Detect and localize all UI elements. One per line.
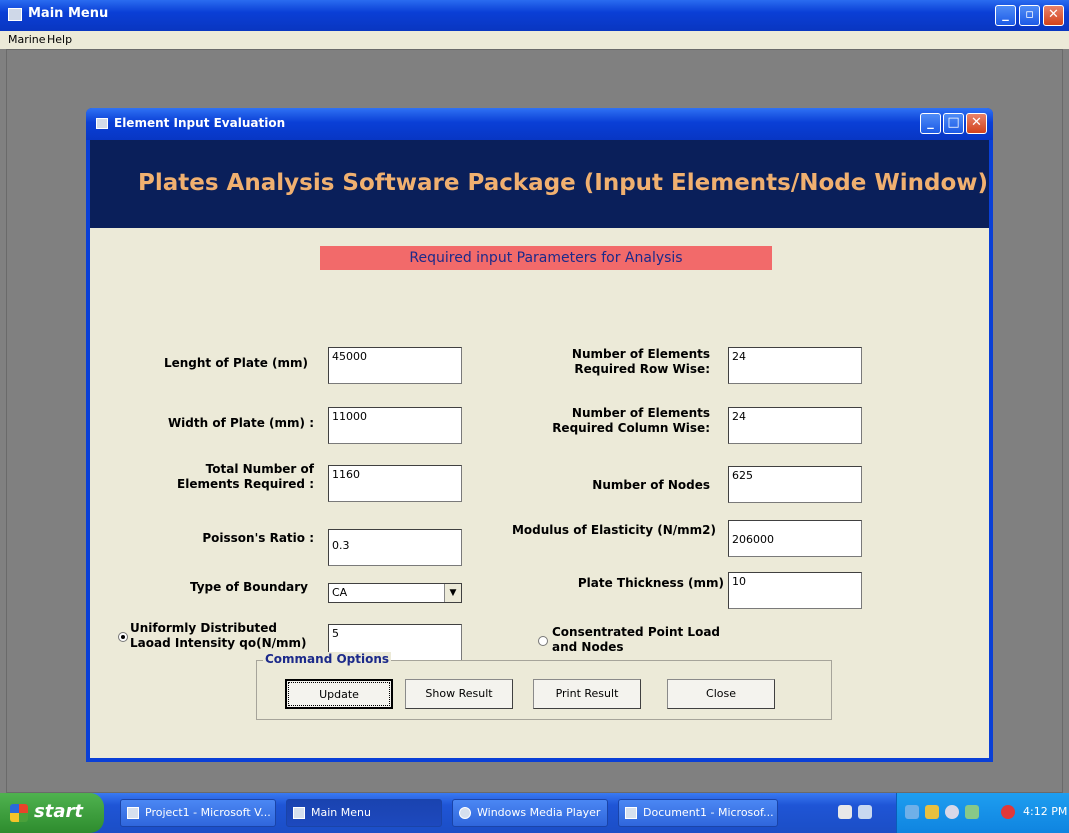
window-icon <box>96 118 108 129</box>
col-elements-label: Number of Elements Required Column Wise: <box>552 406 710 435</box>
dropdown-arrow-icon[interactable]: ▼ <box>444 584 461 602</box>
total-elements-label: Total Number of Elements Required : <box>177 462 314 491</box>
width-label: Width of Plate (mm) : <box>167 416 314 430</box>
required-params-header: Required input Parameters for Analysis <box>320 246 772 270</box>
task-main-menu[interactable]: Main Menu <box>286 799 442 827</box>
pen-icon[interactable] <box>838 805 852 819</box>
poisson-input[interactable]: 0.3 <box>328 529 462 566</box>
task-main-menu-label: Main Menu <box>311 806 371 819</box>
task-document1-label: Document1 - Microsof... <box>643 806 774 819</box>
menu-bar: Marine Help <box>0 31 1069 49</box>
banner-title: Plates Analysis Software Package (Input … <box>138 170 989 196</box>
command-options-group: Command Options Update Show Result Print… <box>256 652 832 720</box>
close-form-button[interactable]: Close <box>667 679 775 709</box>
word-document-icon <box>625 807 637 819</box>
boundary-selected-value: CA <box>332 586 348 599</box>
udl-label: Uniformly Distributed Laoad Intensity qo… <box>130 621 307 650</box>
vb-project-icon <box>127 807 139 819</box>
task-project1[interactable]: Project1 - Microsoft V... <box>120 799 276 827</box>
language-bar-icon[interactable] <box>858 805 872 819</box>
windows-logo-icon <box>10 804 28 822</box>
main-window-titlebar[interactable]: Main Menu _ ▫ ✕ <box>0 0 1069 31</box>
clock: 4:12 PM <box>1023 805 1068 818</box>
minimize-button[interactable]: _ <box>995 5 1016 26</box>
app-icon <box>8 8 22 21</box>
child-close-button[interactable]: ✕ <box>966 113 987 134</box>
modulus-input[interactable]: 206000 <box>728 520 862 557</box>
show-result-button[interactable]: Show Result <box>405 679 513 709</box>
start-label: start <box>34 801 83 822</box>
child-window-titlebar[interactable]: Element Input Evaluation _ □ ✕ <box>86 108 993 140</box>
child-minimize-button[interactable]: _ <box>920 113 941 134</box>
length-label: Lenght of Plate (mm) <box>163 356 308 370</box>
point-load-radio[interactable] <box>538 636 548 646</box>
task-media-player[interactable]: Windows Media Player <box>452 799 608 827</box>
row-elements-label: Number of Elements Required Row Wise: <box>571 347 710 376</box>
thickness-label: Plate Thickness (mm) <box>577 576 724 590</box>
start-button[interactable]: start <box>0 793 104 833</box>
update-button[interactable]: Update <box>285 679 393 709</box>
volume-icon[interactable] <box>925 805 939 819</box>
print-result-button[interactable]: Print Result <box>533 679 641 709</box>
col-elements-input[interactable]: 24 <box>728 407 862 444</box>
media-player-icon <box>459 807 471 819</box>
element-input-window: Element Input Evaluation _ □ ✕ Plates An… <box>86 108 993 762</box>
main-window-title: Main Menu <box>28 6 109 21</box>
restore-button[interactable]: ▫ <box>1019 5 1040 26</box>
thickness-input[interactable]: 10 <box>728 572 862 609</box>
total-elements-input[interactable]: 1160 <box>328 465 462 502</box>
poisson-label: Poisson's Ratio : <box>202 531 314 545</box>
command-options-title: Command Options <box>263 652 392 666</box>
point-load-label: Consentrated Point Load and Nodes <box>552 625 720 654</box>
close-button[interactable]: ✕ <box>1043 5 1064 26</box>
form-body: Plates Analysis Software Package (Input … <box>90 140 989 758</box>
app-window-icon <box>293 807 305 819</box>
network-icon[interactable] <box>905 805 919 819</box>
modulus-label: Modulus of Elasticity (N/mm2) <box>511 523 716 537</box>
child-window-title: Element Input Evaluation <box>114 116 286 130</box>
nodes-input[interactable]: 625 <box>728 466 862 503</box>
task-media-player-label: Windows Media Player <box>477 806 601 819</box>
messenger-icon[interactable] <box>945 805 959 819</box>
boundary-select[interactable]: CA ▼ <box>328 583 462 603</box>
taskbar: start Project1 - Microsoft V... Main Men… <box>0 793 1069 833</box>
task-project1-label: Project1 - Microsoft V... <box>145 806 271 819</box>
menu-help[interactable]: Help <box>47 33 72 46</box>
row-elements-input[interactable]: 24 <box>728 347 862 384</box>
udl-radio[interactable] <box>118 632 128 642</box>
length-input[interactable]: 45000 <box>328 347 462 384</box>
menu-marine[interactable]: Marine <box>8 33 46 46</box>
width-input[interactable]: 11000 <box>328 407 462 444</box>
display-icon[interactable] <box>965 805 979 819</box>
security-shield-icon[interactable] <box>1001 805 1015 819</box>
task-document1[interactable]: Document1 - Microsof... <box>618 799 778 827</box>
banner: Plates Analysis Software Package (Input … <box>90 140 989 228</box>
boundary-label: Type of Boundary <box>189 580 308 594</box>
system-tray: 4:12 PM <box>896 793 1069 833</box>
nodes-label: Number of Nodes <box>592 478 710 492</box>
child-maximize-button[interactable]: □ <box>943 113 964 134</box>
